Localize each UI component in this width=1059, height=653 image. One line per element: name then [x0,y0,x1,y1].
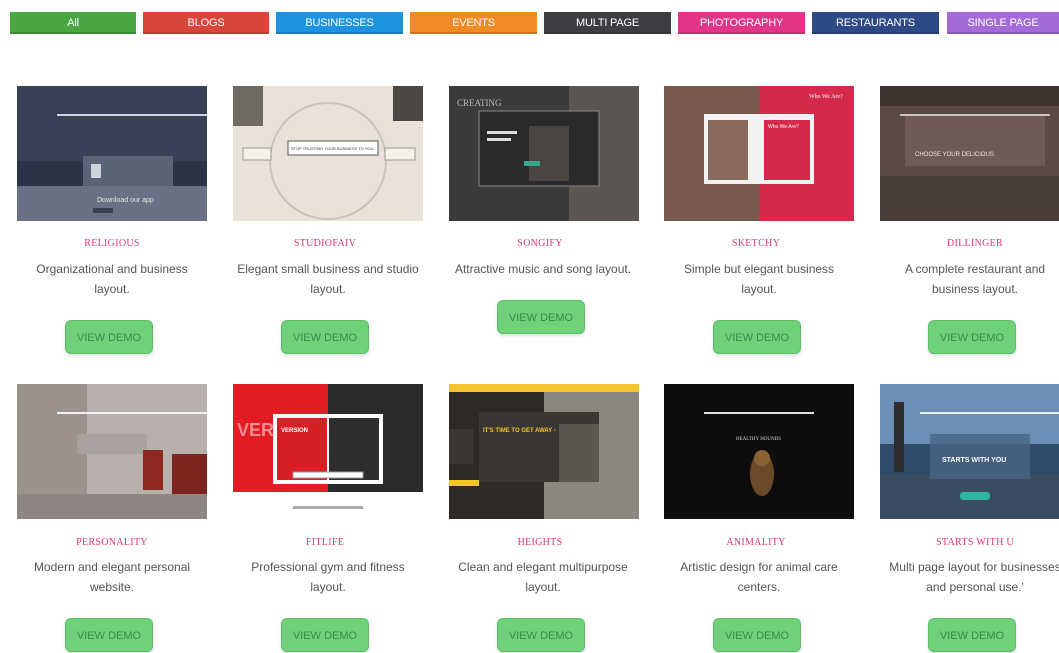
view-demo-button[interactable]: VIEW DEMO [497,618,585,652]
card-description: Clean and elegant multipurpose layout. [458,560,628,594]
view-demo-button[interactable]: VIEW DEMO [65,320,153,354]
svg-text:CHOOSE YOUR DELICIOUS: CHOOSE YOUR DELICIOUS [915,152,994,158]
thumbnail-studiofaiv-image: STOP TRUSTING YOUR BUSINESS TO YOU [233,86,423,221]
card-title: DILLINGER [946,238,1004,249]
card-title: STARTS WITH U [936,537,1014,548]
card-description: Organizational and business layout. [36,262,188,296]
card-description: Professional gym and fitness layout. [251,560,405,594]
card-description: Simple but elegant business layout. [683,262,835,296]
thumbnail-songify-image: CREATING [449,86,639,221]
thumbnail-sketchy[interactable]: Who We Are? Who We Are? [664,86,854,221]
card-description: Modern and elegant personal website. [33,560,191,594]
card-title: ANIMALITY [726,537,786,548]
category-filter-bar: All BLOGS BUSINESSES EVENTS MULTI PAGE P… [10,12,1059,34]
thumbnail-religious-image: Download our app [17,86,207,221]
thumbnail-personality[interactable] [17,384,207,519]
view-demo-button[interactable]: VIEW DEMO [713,618,801,652]
card-description: A complete restaurant and business layout… [904,262,1046,296]
view-demo-button[interactable]: VIEW DEMO [713,320,801,354]
thumbnail-starts-with-u-image: STARTS WITH YOU [880,384,1059,519]
svg-text:Download our app: Download our app [97,197,154,204]
thumbnail-songify[interactable]: CREATING [449,86,639,221]
card-description: Elegant small business and studio layout. [237,262,419,296]
thumbnail-animality-image: HEALTHY HOUNDS [664,384,854,519]
card-title: STUDIOFAIV [293,238,357,249]
thumbnail-sketchy-image: Who We Are? Who We Are? [664,86,854,221]
view-demo-button[interactable]: VIEW DEMO [281,320,369,354]
filter-single-page-button[interactable]: SINGLE PAGE [947,12,1059,34]
svg-text:STOP TRUSTING YOUR BUSINESS TO: STOP TRUSTING YOUR BUSINESS TO YOU [291,146,374,151]
thumbnail-animality[interactable]: HEALTHY HOUNDS [664,384,854,519]
filter-multi-page-button[interactable]: MULTI PAGE [544,12,671,34]
filter-restaurants-button[interactable]: RESTAURANTS [812,12,939,34]
filter-all-button[interactable]: All [10,12,136,34]
thumbnail-heights-image: IT'S TIME TO GET AWAY - [449,384,639,519]
view-demo-button[interactable]: VIEW DEMO [928,320,1016,354]
filter-businesses-button[interactable]: BUSINESSES [276,12,403,34]
thumbnail-personality-image [17,384,207,519]
thumbnail-fitlife-image: VERSION VERSION [233,384,423,519]
card-description: Multi page layout for businesses and pers… [889,560,1059,594]
card-title: FITLIFE [305,537,345,548]
svg-text:IT'S TIME TO GET AWAY -: IT'S TIME TO GET AWAY - [483,428,556,434]
thumbnail-fitlife[interactable]: VERSION VERSION [233,384,423,519]
thumbnail-dillinger-image: CHOOSE YOUR DELICIOUS [880,86,1059,221]
filter-photography-button[interactable]: PHOTOGRAPHY [678,12,805,34]
thumbnail-heights[interactable]: IT'S TIME TO GET AWAY - [449,384,639,519]
svg-text:Who We Are?: Who We Are? [809,94,843,100]
filter-events-button[interactable]: EVENTS [410,12,537,34]
card-title: PERSONALITY [76,537,148,548]
card-title: RELIGIOUS [84,238,140,249]
thumbnail-religious[interactable]: Download our app [17,86,207,221]
filter-blogs-button[interactable]: BLOGS [143,12,269,34]
card-title: SKETCHY [731,238,781,249]
svg-text:Who We Are?: Who We Are? [768,124,799,130]
thumbnail-starts-with-u[interactable]: STARTS WITH YOU [880,384,1059,519]
svg-text:HEALTHY HOUNDS: HEALTHY HOUNDS [736,437,781,442]
thumbnail-dillinger[interactable]: CHOOSE YOUR DELICIOUS [880,86,1059,221]
view-demo-button[interactable]: VIEW DEMO [65,618,153,652]
svg-text:CREATING: CREATING [457,98,502,108]
view-demo-button[interactable]: VIEW DEMO [497,300,585,334]
card-description: Attractive music and song layout. [454,262,632,276]
thumbnail-studiofaiv[interactable]: STOP TRUSTING YOUR BUSINESS TO YOU [233,86,423,221]
card-title: HEIGHTS [517,537,563,548]
svg-text:STARTS WITH YOU: STARTS WITH YOU [942,457,1006,464]
card-title: SONGIFY [517,238,563,249]
card-description: Artistic design for animal care centers. [680,560,838,594]
view-demo-button[interactable]: VIEW DEMO [281,618,369,652]
svg-text:VERSION: VERSION [281,428,308,434]
view-demo-button[interactable]: VIEW DEMO [928,618,1016,652]
